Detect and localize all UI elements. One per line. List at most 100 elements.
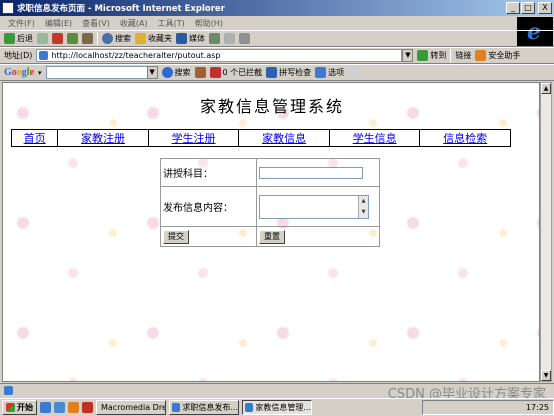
refresh-button[interactable] xyxy=(67,33,78,44)
menu-file[interactable]: 文件(F) xyxy=(8,18,35,29)
menu-edit[interactable]: 编辑(E) xyxy=(45,18,72,29)
submit-button[interactable]: 提交 xyxy=(163,229,189,244)
refresh-icon xyxy=(67,33,78,44)
taskbar: 开始 Macromedia Dre... 求职信息发布... 家教信息管理...… xyxy=(0,398,554,416)
ie-window: 求职信息发布页面 - Microsoft Internet Explorer _… xyxy=(0,0,554,416)
back-button[interactable]: 后退 xyxy=(4,33,33,44)
clock: 17:25 xyxy=(525,403,549,412)
nav-tutor-register-link[interactable]: 家教注册 xyxy=(81,132,125,145)
nav-student-register-link[interactable]: 学生注册 xyxy=(172,132,216,145)
ie-icon xyxy=(245,403,254,412)
start-button[interactable]: 开始 xyxy=(2,400,37,415)
options-icon xyxy=(315,67,327,78)
quicklaunch-app-icon[interactable] xyxy=(68,402,79,413)
close-button[interactable]: X xyxy=(538,2,552,14)
search-icon xyxy=(102,33,113,44)
go-button[interactable]: 转到 xyxy=(417,50,446,61)
system-tray: 17:25 xyxy=(422,400,554,415)
address-input[interactable]: http://localhost/zz/teacheralter/putout.… xyxy=(36,49,403,62)
publish-form: 讲授科目： 发布信息内容： ▲ ▼ 提交 重置 xyxy=(160,158,380,247)
subject-input[interactable] xyxy=(259,166,363,179)
safety-assistant-button[interactable]: 安全助手 xyxy=(475,50,520,61)
links-button[interactable]: 链接 xyxy=(455,50,471,61)
shield-icon xyxy=(475,50,487,61)
google-search-button[interactable]: 搜索 xyxy=(161,67,191,78)
google-search-input[interactable] xyxy=(45,66,148,79)
reset-button[interactable]: 重置 xyxy=(259,229,285,244)
home-icon xyxy=(82,33,93,44)
menu-bar: 文件(F) 编辑(E) 查看(V) 收藏(A) 工具(T) 帮助(H) xyxy=(0,16,554,30)
textarea-scrollbar[interactable]: ▲ ▼ xyxy=(358,195,368,218)
google-logo[interactable]: Google xyxy=(4,67,34,78)
google-toolbar: Google ▾ ▼ 搜索 0 个已拦截 拼写检查 选项 xyxy=(0,64,554,81)
forward-arrow-icon xyxy=(37,33,48,44)
toolbar-separator xyxy=(450,49,452,62)
favorites-star-icon xyxy=(135,33,146,44)
google-news-button[interactable] xyxy=(194,67,206,78)
history-icon xyxy=(209,33,220,44)
minimize-button[interactable]: _ xyxy=(506,2,520,14)
scroll-down-button[interactable]: ▼ xyxy=(541,370,551,381)
task-ie-system[interactable]: 家教信息管理... xyxy=(242,400,312,415)
favorites-button[interactable]: 收藏夹 xyxy=(135,33,172,44)
spell-check-icon xyxy=(266,67,278,78)
go-arrow-icon xyxy=(417,50,429,61)
print-button[interactable] xyxy=(239,33,250,44)
search-button[interactable]: 搜索 xyxy=(102,33,131,44)
nav-search-link[interactable]: 信息检索 xyxy=(443,132,487,145)
task-dreamweaver[interactable]: Macromedia Dre... xyxy=(96,400,166,415)
address-dropdown-button[interactable]: ▼ xyxy=(402,49,414,62)
page-content: 家教信息管理系统 首页 家教注册 学生注册 家教信息 学生信息 信息检索 讲授科… xyxy=(2,82,540,382)
options-button[interactable]: 选项 xyxy=(315,67,344,78)
address-label: 地址(D) xyxy=(4,51,33,60)
maximize-button[interactable]: □ xyxy=(521,2,535,14)
windows-logo-icon xyxy=(6,403,15,412)
window-title: 求职信息发布页面 - Microsoft Internet Explorer xyxy=(17,4,225,14)
back-arrow-icon xyxy=(4,33,15,44)
standard-toolbar: 后退 搜索 收藏夹 媒体 xyxy=(0,30,554,47)
media-icon xyxy=(176,33,187,44)
nav-tutor-info-link[interactable]: 家教信息 xyxy=(262,132,306,145)
news-icon xyxy=(194,67,206,78)
menu-help[interactable]: 帮助(H) xyxy=(195,18,223,29)
highlight-button[interactable] xyxy=(348,67,360,78)
address-url: http://localhost/zz/teacheralter/putout.… xyxy=(51,51,221,60)
home-button[interactable] xyxy=(82,33,93,44)
stop-button[interactable] xyxy=(52,33,63,44)
print-icon xyxy=(239,33,250,44)
scroll-up-button[interactable]: ▲ xyxy=(541,83,551,94)
nav-home-link[interactable]: 首页 xyxy=(24,132,46,145)
nav-student-info-link[interactable]: 学生信息 xyxy=(353,132,397,145)
page-icon xyxy=(2,2,14,14)
quicklaunch-ie-icon[interactable] xyxy=(40,402,51,413)
address-bar: 地址(D) http://localhost/zz/teacheralter/p… xyxy=(0,47,554,64)
mail-button[interactable] xyxy=(224,33,235,44)
google-g-icon xyxy=(161,67,173,78)
highlighter-icon xyxy=(348,67,360,78)
menu-favorites[interactable]: 收藏(A) xyxy=(120,18,148,29)
toolbar-separator xyxy=(97,32,98,45)
status-page-icon xyxy=(4,386,13,395)
google-dropdown-icon[interactable]: ▾ xyxy=(38,69,42,77)
stop-icon xyxy=(52,33,63,44)
content-textarea[interactable]: ▲ ▼ xyxy=(259,194,369,219)
page-icon xyxy=(39,51,49,60)
nav-bar: 首页 家教注册 学生注册 家教信息 学生信息 信息检索 xyxy=(10,129,511,147)
forward-button[interactable] xyxy=(37,33,48,44)
quicklaunch-desktop-icon[interactable] xyxy=(54,402,65,413)
menu-view[interactable]: 查看(V) xyxy=(82,18,110,29)
ie-icon xyxy=(172,403,181,412)
vertical-scrollbar[interactable]: ▲ ▼ xyxy=(540,82,552,382)
spell-check-button[interactable]: 拼写检查 xyxy=(266,67,311,78)
menu-tools[interactable]: 工具(T) xyxy=(158,18,185,29)
history-button[interactable] xyxy=(209,33,220,44)
popup-blocker[interactable]: 0 个已拦截 xyxy=(209,67,262,78)
google-search-dropdown[interactable]: ▼ xyxy=(146,66,158,79)
mail-icon xyxy=(224,33,235,44)
quicklaunch-media-icon[interactable] xyxy=(82,402,93,413)
subject-label: 讲授科目： xyxy=(160,158,257,187)
title-bar: 求职信息发布页面 - Microsoft Internet Explorer _… xyxy=(0,0,554,16)
task-ie-putout[interactable]: 求职信息发布... xyxy=(169,400,239,415)
popup-blocker-icon xyxy=(209,67,221,78)
media-button[interactable]: 媒体 xyxy=(176,33,205,44)
